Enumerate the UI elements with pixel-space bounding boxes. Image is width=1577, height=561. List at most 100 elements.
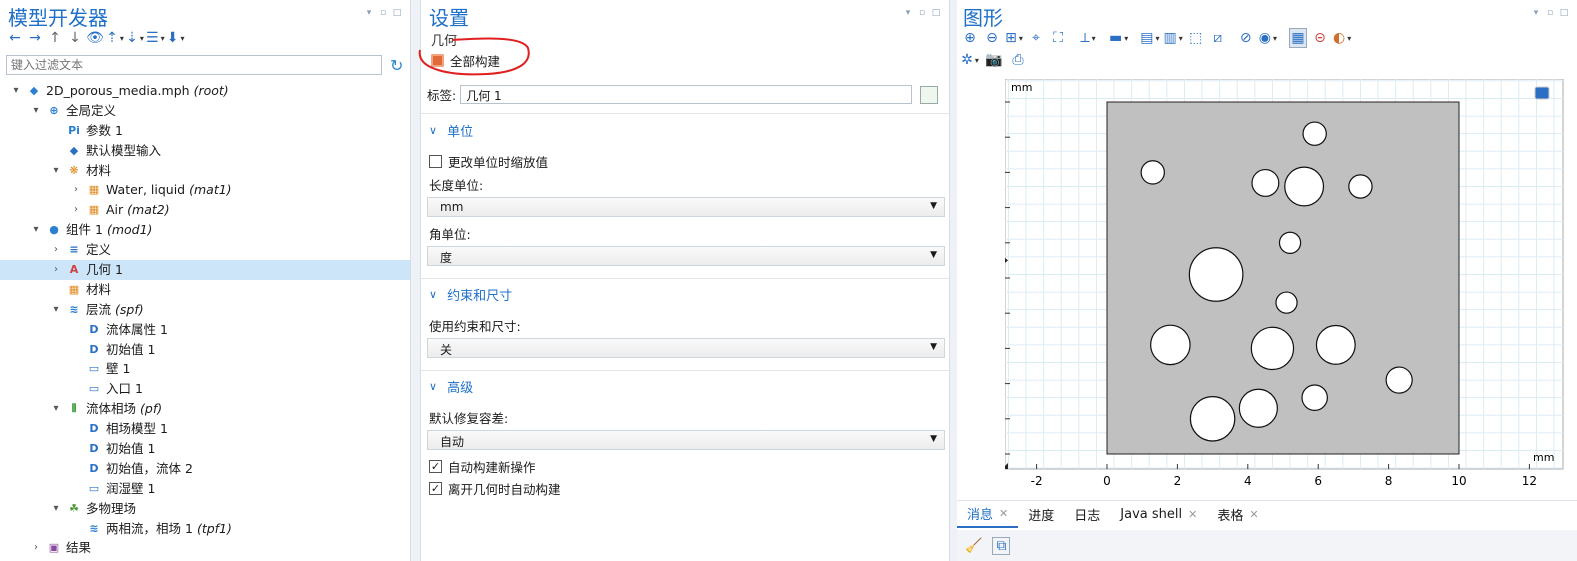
- tree-node[interactable]: ◆ 默认模型输入: [0, 141, 410, 161]
- circular-pore[interactable]: [1250, 326, 1295, 371]
- new-window-icon[interactable]: ⧉: [992, 536, 1011, 555]
- center-icon[interactable]: ⌖: [1027, 28, 1045, 48]
- tree-node[interactable]: › ▦ Water, liquid (mat1): [0, 180, 410, 200]
- tree-node[interactable]: ▾ ⊕ 全局定义: [0, 101, 410, 121]
- expand-toggle-icon[interactable]: ▾: [50, 300, 62, 320]
- maximize-icon[interactable]: □: [392, 8, 402, 18]
- grid-icon[interactable]: ▦: [1288, 28, 1307, 48]
- scale-values-checkbox[interactable]: [429, 155, 442, 168]
- expand-toggle-icon[interactable]: ›: [30, 538, 42, 558]
- tree-node[interactable]: › ▦ Air (mat2): [0, 200, 410, 220]
- circular-pore[interactable]: [1238, 388, 1278, 428]
- expand-toggle-icon[interactable]: ▾: [10, 81, 22, 101]
- label-edit-icon[interactable]: [920, 85, 939, 104]
- close-icon[interactable]: ✕: [1249, 508, 1258, 521]
- constraints-section-header[interactable]: ∨ 约束和尺寸: [429, 285, 512, 304]
- expand-toggle-icon[interactable]: ›: [70, 200, 82, 220]
- zoom-in-icon[interactable]: ⊕: [961, 28, 979, 48]
- circular-pore[interactable]: [1348, 174, 1373, 199]
- circular-pore[interactable]: [1251, 168, 1280, 197]
- geometry-objects[interactable]: [1106, 101, 1460, 455]
- select-domain-icon[interactable]: ▤ ▾: [1140, 28, 1159, 48]
- message-tab[interactable]: Java shell ✕: [1110, 501, 1207, 528]
- auto-build-checkbox[interactable]: ✓: [429, 460, 442, 473]
- camera-icon[interactable]: 📷: [985, 50, 1003, 70]
- tree-node[interactable]: ▭ 润湿壁 1: [0, 479, 410, 499]
- close-icon[interactable]: ✕: [1188, 508, 1197, 521]
- expand-sections-icon[interactable]: ⇡ ▾: [106, 28, 124, 48]
- message-tab[interactable]: 消息 ✕: [957, 501, 1019, 528]
- visibility-icon[interactable]: ◉ ▾: [1259, 28, 1277, 48]
- use-constraints-select[interactable]: 关 ▼: [427, 338, 945, 358]
- circular-pore[interactable]: [1188, 247, 1244, 302]
- tree-node[interactable]: › A 几何 1: [0, 260, 410, 280]
- expand-toggle-icon[interactable]: ▾: [50, 399, 62, 419]
- tree-node[interactable]: ≋ 两相流，相场 1 (tpf1): [0, 519, 410, 539]
- forward-arrow-icon[interactable]: →: [26, 28, 44, 48]
- circular-pore[interactable]: [1275, 291, 1298, 314]
- tree-node[interactable]: D 流体属性 1: [0, 320, 410, 340]
- axes-icon[interactable]: ⟂ ▾: [1079, 28, 1097, 48]
- select-box-icon[interactable]: ⬚: [1187, 28, 1205, 48]
- pane-splitter[interactable]: [950, 0, 957, 561]
- viewport-thumbnail-icon[interactable]: [1534, 86, 1550, 100]
- refresh-icon[interactable]: ↻: [390, 56, 403, 75]
- square-domain[interactable]: [1106, 101, 1460, 455]
- move-up-icon[interactable]: ↑: [46, 28, 64, 48]
- tree-node[interactable]: D 相场模型 1: [0, 419, 410, 439]
- message-tab[interactable]: 日志: [1064, 501, 1110, 528]
- maximize-icon[interactable]: □: [1559, 8, 1569, 18]
- expand-toggle-icon[interactable]: ▾: [30, 220, 42, 240]
- tree-node[interactable]: ▾ ☘ 多物理场: [0, 499, 410, 519]
- minimize-icon[interactable]: ▫: [378, 8, 388, 18]
- expand-toggle-icon[interactable]: ›: [70, 180, 82, 200]
- reset-icon[interactable]: ⊝: [1311, 28, 1329, 48]
- expand-toggle-icon[interactable]: ▾: [30, 101, 42, 121]
- tree-node[interactable]: Pi 参数 1: [0, 121, 410, 141]
- tree-node[interactable]: ▾ ⫴ 流体相场 (pf): [0, 399, 410, 419]
- circular-pore[interactable]: [1385, 366, 1413, 394]
- auto-build-checkbox-row[interactable]: ✓ 自动构建新操作: [429, 457, 536, 476]
- circular-pore[interactable]: [1189, 396, 1236, 442]
- circular-pore[interactable]: [1315, 324, 1356, 365]
- list-view-icon[interactable]: ☰ ▾: [146, 28, 165, 48]
- tree-node[interactable]: ▭ 入口 1: [0, 379, 410, 399]
- back-arrow-icon[interactable]: ←: [6, 28, 24, 48]
- tree-node[interactable]: ▾ ● 组件 1 (mod1): [0, 220, 410, 240]
- close-icon[interactable]: ✕: [999, 507, 1008, 520]
- pin-icon[interactable]: ⬇ ▾: [167, 28, 185, 48]
- tree-node[interactable]: › ▣ 结果: [0, 538, 410, 558]
- scale-values-checkbox-row[interactable]: 更改单位时缩放值: [429, 152, 548, 171]
- pane-splitter[interactable]: [411, 0, 420, 561]
- zoom-extents-icon[interactable]: ⛶: [1049, 28, 1067, 48]
- label-input[interactable]: 几何 1: [460, 85, 913, 104]
- zoom-out-icon[interactable]: ⊖: [983, 28, 1001, 48]
- tree-node[interactable]: ▾ ≋ 层流 (spf): [0, 300, 410, 320]
- tree-node[interactable]: ▾ ❋ 材料: [0, 161, 410, 181]
- move-down-icon[interactable]: ↓: [66, 28, 84, 48]
- auto-build-on-leave-checkbox-row[interactable]: ✓ 离开几何时自动构建: [429, 479, 561, 498]
- tree-node[interactable]: D 初始值 1: [0, 439, 410, 459]
- minimize-icon[interactable]: ▫: [917, 8, 927, 18]
- collapse-sections-icon[interactable]: ⇣ ▾: [126, 28, 144, 48]
- zoom-box-icon[interactable]: ⊞ ▾: [1005, 28, 1023, 48]
- circular-pore[interactable]: [1140, 160, 1165, 185]
- view-menu-icon[interactable]: ▾: [1531, 8, 1541, 18]
- circular-pore[interactable]: [1278, 231, 1302, 254]
- tree-node[interactable]: D 初始值 1: [0, 340, 410, 360]
- view-menu-icon[interactable]: ▾: [903, 8, 913, 18]
- units-section-header[interactable]: ∨ 单位: [429, 121, 473, 140]
- print-icon[interactable]: ⎙: [1009, 50, 1027, 70]
- circular-pore[interactable]: [1301, 384, 1328, 411]
- message-tab[interactable]: 表格 ✕: [1207, 501, 1268, 528]
- length-unit-select[interactable]: mm ▼: [427, 197, 945, 217]
- tree-node[interactable]: ▦ 材料: [0, 280, 410, 300]
- message-tab[interactable]: 进度: [1018, 501, 1064, 528]
- clear-icon[interactable]: 🧹: [965, 538, 982, 554]
- expand-toggle-icon[interactable]: ›: [50, 260, 62, 280]
- geometry-plot[interactable]: -2024681012012345678910 mm mm: [1005, 79, 1565, 491]
- expand-toggle-icon[interactable]: ▾: [50, 499, 62, 519]
- tree-node[interactable]: › ≡ 定义: [0, 240, 410, 260]
- circular-pore[interactable]: [1302, 121, 1327, 146]
- hide-icon[interactable]: ⊘: [1237, 28, 1255, 48]
